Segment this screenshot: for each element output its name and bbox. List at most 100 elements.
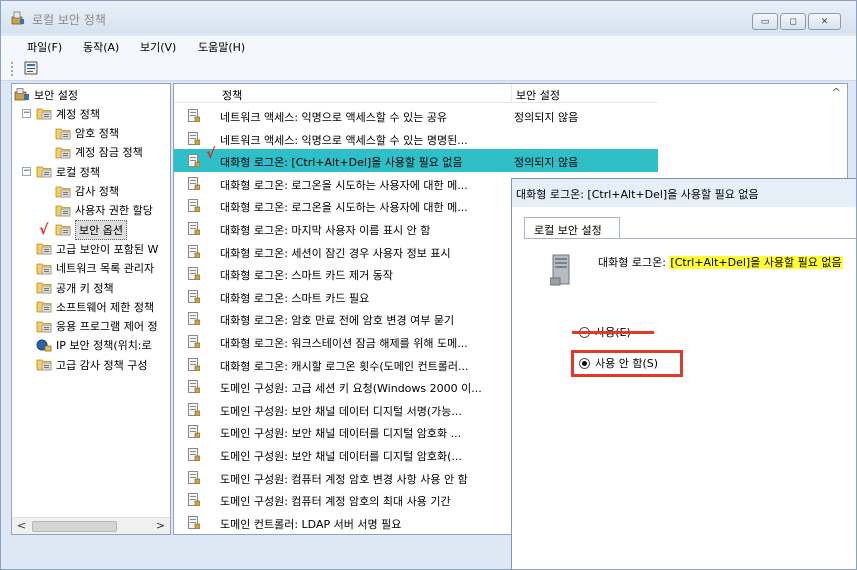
policy-item-icon [188, 357, 200, 371]
tree-item[interactable]: 네트워크 목록 관리자 [22, 259, 154, 278]
folder-icon [36, 262, 52, 275]
tree-item-label: 고급 보안이 포함된 W [56, 242, 159, 256]
minimize-button[interactable]: ▭ [752, 13, 778, 30]
menu-view[interactable]: 보기(V) [140, 39, 176, 55]
folder-icon [36, 165, 52, 178]
policy-name: 도메인 구성원: 고급 세션 키 요청(Windows 2000 이... [220, 382, 482, 396]
collapse-icon[interactable]: − [22, 167, 31, 177]
policy-name: 대화형 로그온: 스마트 카드 제거 동작 [220, 269, 393, 283]
tree-item-label: 응용 프로그램 제어 정 [56, 320, 158, 334]
scroll-thumb[interactable] [32, 521, 117, 532]
table-row[interactable]: 대화형 로그온: [Ctrl+Alt+Del]을 사용할 필요 없음 정의되지 않… [174, 149, 658, 173]
minimize-icon: ▭ [760, 16, 770, 27]
policy-item-icon [188, 176, 200, 190]
policy-setting: 정의되지 않음 [514, 156, 579, 170]
highlight-box-annotation [571, 350, 683, 377]
tree-item-label: 보안 설정 [34, 88, 78, 102]
table-row[interactable]: 네트워크 액세스: 익명으로 액세스할 수 있는 공유 정의되지 않음 [174, 104, 658, 127]
column-separator[interactable] [511, 84, 512, 103]
folder-icon [36, 320, 52, 333]
tree-item[interactable]: 보안 옵션 [55, 219, 127, 240]
tree-pane[interactable]: 보안 설정 − 계정 정책 암호 정책 계정 잠금 정책 − 로컬 정책 감사 정책 사용자 권… [11, 83, 171, 535]
policy-name: 도메인 구성원: 보안 채널 데이터 디지털 서명(가능... [220, 404, 462, 418]
policy-name: 대화형 로그온: 암호 만료 전에 암호 변경 여부 묻기 [220, 314, 455, 328]
policy-name: 대화형 로그온: 세션이 잠긴 경우 사용자 정보 표시 [220, 246, 451, 260]
policy-name: 대화형 로그온: 스마트 카드 필요 [220, 291, 370, 305]
policy-name: 도메인 컨트롤러: LDAP 서버 서명 필요 [220, 517, 402, 531]
tree-item[interactable]: − 로컬 정책 [22, 162, 100, 181]
tree-item[interactable]: 고급 감사 정책 구성 [22, 355, 147, 374]
toolbar-grip[interactable] [11, 62, 13, 76]
folder-icon [55, 127, 71, 140]
tree-item-label: 로컬 정책 [56, 165, 100, 179]
policy-item-icon [188, 448, 200, 461]
tree-item-label: 암호 정책 [75, 127, 119, 141]
menu-action[interactable]: 동작(A) [83, 39, 119, 55]
ip-security-icon [36, 339, 52, 352]
scroll-left-icon[interactable]: < [14, 519, 29, 534]
tree-item[interactable]: 공개 키 정책 [22, 278, 114, 297]
security-settings-icon [14, 88, 30, 101]
collapse-icon[interactable]: − [22, 109, 31, 119]
maximize-icon: ◻ [789, 16, 797, 27]
list-header: 정책 보안 설정 [174, 84, 658, 103]
menu-help[interactable]: 도움말(H) [198, 39, 245, 55]
policy-item-icon [188, 199, 200, 213]
tree-item[interactable]: 계정 잠금 정책 [55, 143, 143, 162]
policy-item-icon [188, 380, 200, 394]
close-button[interactable]: ✕ [808, 13, 841, 30]
tree-horizontal-scrollbar[interactable]: < > [12, 517, 170, 534]
policy-name: 대화형 로그온: 워크스테이션 잠금 해제를 위해 도메... [220, 337, 468, 350]
tree-annotation-checkmark: √ [39, 222, 49, 238]
scroll-right-icon[interactable]: > [153, 519, 168, 534]
policy-name: 대화형 로그온: 캐시할 로그온 횟수(도메인 컨트롤러... [220, 359, 469, 373]
tree-item[interactable]: 암호 정책 [55, 124, 119, 143]
folder-icon [36, 107, 52, 120]
policy-name-label: 대화형 로그온: [Ctrl+Alt+Del]을 사용할 필요 없음 [598, 254, 843, 270]
policy-name: 네트워크 액세스: 익명으로 액세스할 수 있는 명명된... [220, 133, 468, 147]
scroll-up-icon[interactable]: ^ [832, 86, 841, 99]
policy-name-prefix: 대화형 로그온: [598, 256, 670, 269]
maximize-button[interactable]: ◻ [780, 13, 806, 30]
policy-name: 도메인 구성원: 컴퓨터 계정 암호의 최대 사용 기간 [220, 495, 451, 509]
tree-item[interactable]: 응용 프로그램 제어 정 [22, 317, 158, 336]
policy-name-highlight: [Ctrl+Alt+Del]을 사용할 필요 없음 [669, 256, 843, 269]
policy-setting: 정의되지 않음 [514, 111, 579, 124]
folder-icon [36, 300, 52, 313]
policy-item-icon [188, 267, 200, 281]
tree-item-label: 네트워크 목록 관리자 [56, 262, 155, 276]
menu-file[interactable]: 파일(F) [27, 39, 62, 55]
tab-local-security-setting[interactable]: 로컬 보안 설정 [524, 217, 620, 239]
table-row[interactable]: 네트워크 액세스: 익명으로 액세스할 수 있는 명명된... [174, 127, 658, 150]
export-list-icon[interactable] [23, 60, 39, 76]
tree-item[interactable]: 감사 정책 [55, 182, 119, 201]
window-controls: ▭ ◻ ✕ [752, 13, 841, 31]
tree-item[interactable]: IP 보안 정책(위치:로 [22, 336, 152, 355]
column-header-setting[interactable]: 보안 설정 [516, 87, 560, 103]
local-security-policy-window: 로컬 보안 정책 ▭ ◻ ✕ 파일(F) 동작(A) 보기(V) 도움말(H) … [0, 0, 857, 570]
tree-item[interactable]: 소프트웨어 제한 정책 [22, 297, 154, 316]
column-header-policy[interactable]: 정책 [222, 87, 242, 103]
dialog-title[interactable]: 대화형 로그온: [Ctrl+Alt+Del]을 사용할 필요 없음 [512, 179, 856, 207]
toolbar [1, 56, 856, 81]
policy-name: 대화형 로그온: [Ctrl+Alt+Del]을 사용할 필요 없음 [220, 156, 463, 170]
policy-name: 도메인 구성원: 보안 채널 데이터를 디지털 암호화(... [220, 450, 462, 463]
row-annotation-checkmark: √ [206, 146, 216, 162]
policy-item-icon [188, 515, 200, 529]
policy-item-icon [188, 244, 200, 258]
title-bar[interactable]: 로컬 보안 정책 ▭ ◻ ✕ [1, 1, 856, 33]
tree-item-label: 계정 잠금 정책 [75, 146, 143, 160]
policy-name: 도메인 구성원: 보안 채널 데이터를 디지털 암호화 ... [220, 427, 462, 441]
tree-item-label: 소프트웨어 제한 정책 [56, 300, 155, 314]
tree-item[interactable]: 고급 보안이 포함된 W [22, 239, 158, 258]
folder-icon [36, 358, 52, 371]
tree-item-label: 계정 정책 [56, 107, 100, 121]
policy-item-icon [188, 470, 200, 484]
tree-item-label: 공개 키 정책 [56, 281, 114, 295]
policy-item-icon [188, 154, 200, 168]
menu-bar: 파일(F) 동작(A) 보기(V) 도움말(H) [1, 36, 856, 56]
tree-item[interactable]: − 계정 정책 [22, 104, 100, 123]
tree-item[interactable]: 보안 설정 [14, 85, 78, 104]
tree-item[interactable]: 사용자 권한 할당 [55, 201, 153, 220]
policy-name: 대화형 로그온: 로그온을 시도하는 사용자에 대한 메... [220, 201, 468, 215]
